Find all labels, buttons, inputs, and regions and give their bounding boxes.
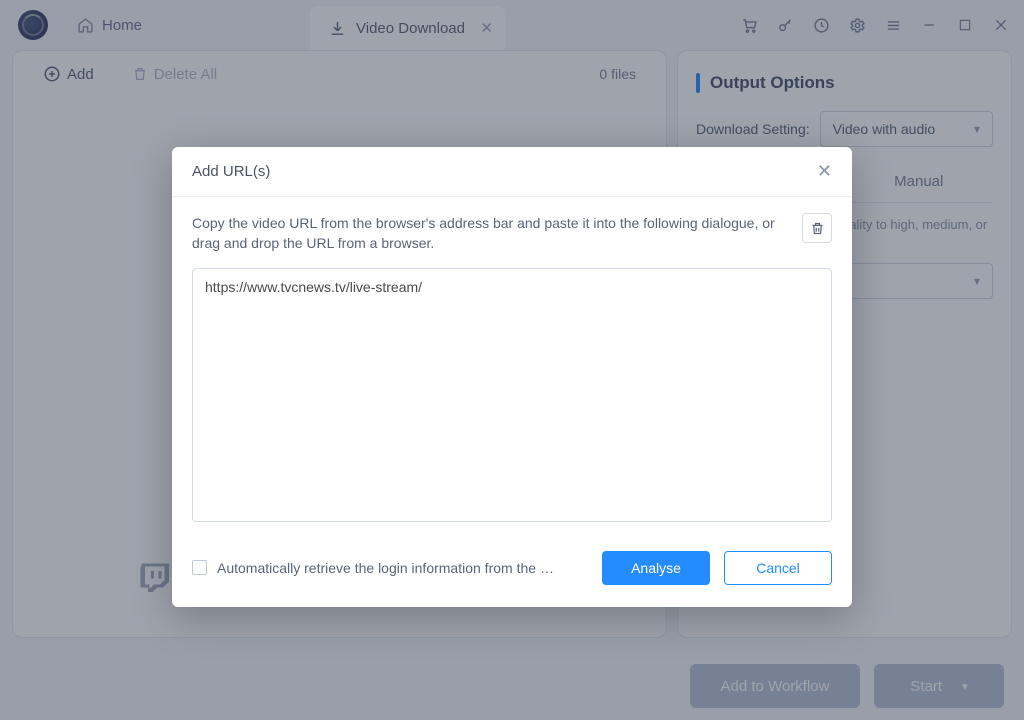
clear-url-button[interactable] (802, 213, 832, 243)
url-input[interactable] (192, 268, 832, 522)
auto-login-checkbox[interactable] (192, 560, 207, 575)
auto-login-label: Automatically retrieve the login informa… (217, 560, 557, 576)
modal-close-icon[interactable]: ✕ (817, 161, 832, 182)
add-url-modal: Add URL(s) ✕ Copy the video URL from the… (172, 147, 852, 607)
analyse-label: Analyse (631, 560, 681, 576)
modal-instruction: Copy the video URL from the browser's ad… (192, 213, 790, 254)
analyse-button[interactable]: Analyse (602, 551, 710, 585)
cancel-button[interactable]: Cancel (724, 551, 832, 585)
cancel-label: Cancel (756, 560, 800, 576)
modal-title: Add URL(s) (192, 163, 270, 180)
